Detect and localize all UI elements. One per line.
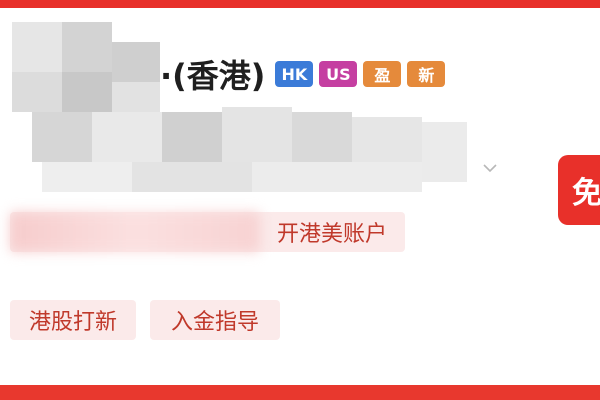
account-type-label: 开港美账户 [276,222,387,247]
tag-us: US [319,61,358,87]
side-action-label: 免 [572,176,600,211]
top-red-border [0,0,600,8]
chevron-down-icon[interactable] [482,160,498,176]
bottom-red-border [0,385,600,400]
deposit-guide-label: 入金指导 [170,310,259,335]
tag-hk: HK [275,61,314,87]
tag-ib: 盈 [363,61,402,87]
redacted-chip-text [10,212,260,252]
redacted-account-info [12,22,472,202]
account-title: ·(香港) HK US 盈 新 [160,52,446,96]
account-region: ·(香港) [160,57,266,95]
hk-ipo-chip[interactable]: 港股打新 [10,300,136,340]
side-action-button[interactable]: 免 [558,155,600,225]
deposit-guide-chip[interactable]: 入金指导 [150,300,280,340]
tag-new: 新 [407,61,446,87]
hk-ipo-label: 港股打新 [28,310,117,335]
account-type-chip: 开港美账户 [10,212,405,252]
